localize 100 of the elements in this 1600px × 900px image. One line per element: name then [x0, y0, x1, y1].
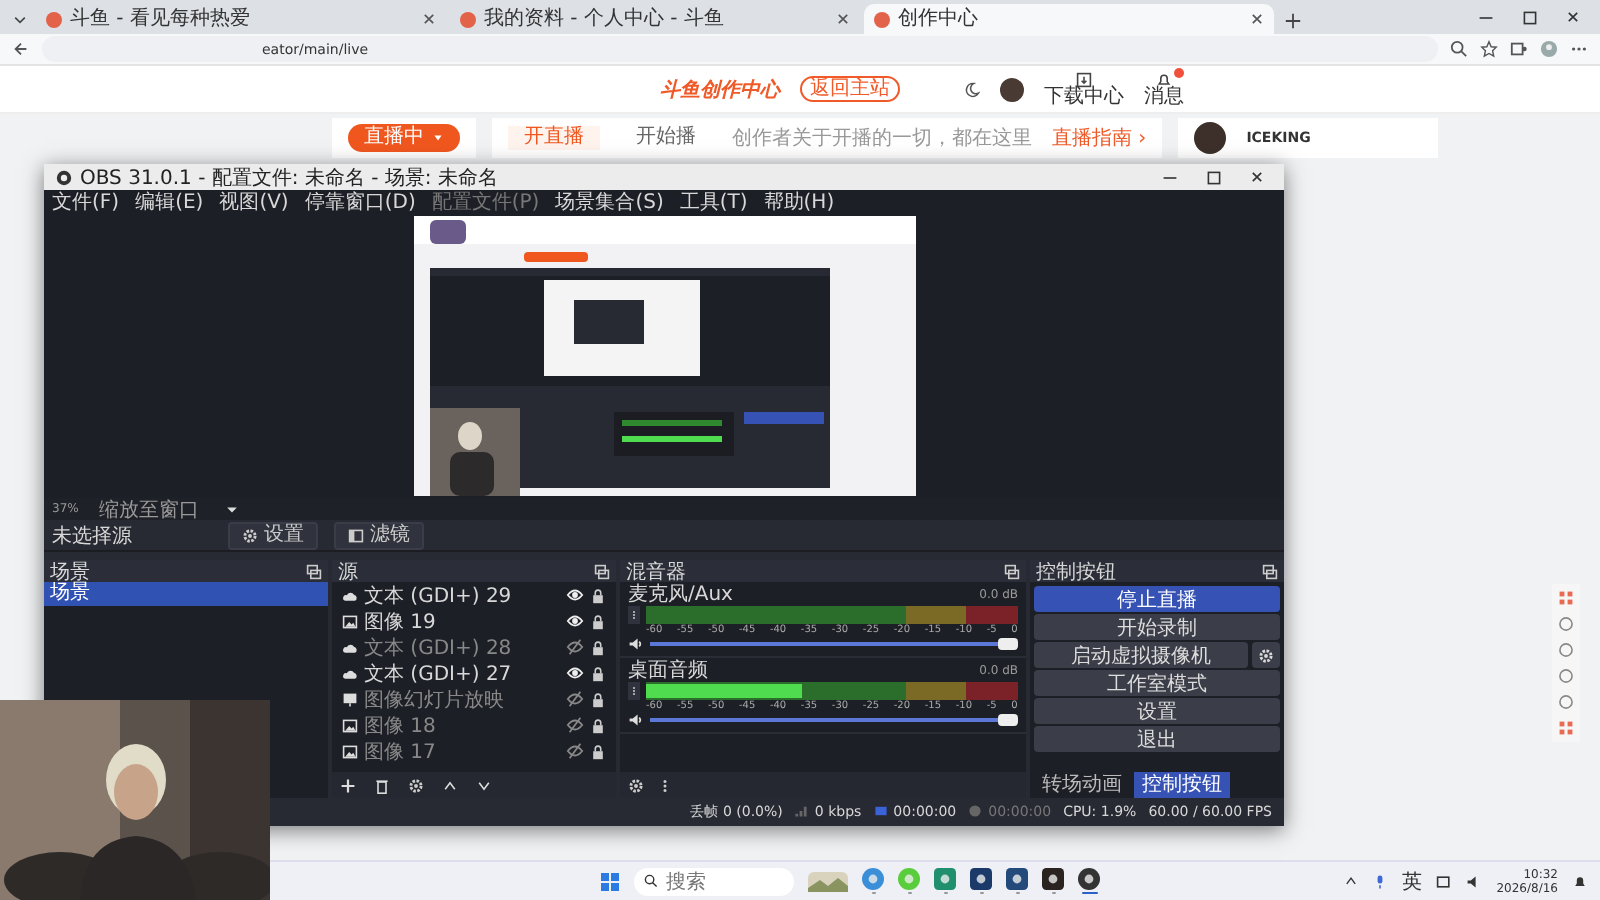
lock-icon[interactable] — [590, 587, 606, 603]
close-icon[interactable] — [422, 12, 436, 26]
eye-icon[interactable] — [566, 612, 584, 630]
hidden-eye-icon[interactable] — [566, 638, 584, 656]
landscape-icon[interactable] — [808, 871, 848, 891]
lock-icon[interactable] — [590, 613, 606, 629]
lock-icon[interactable] — [590, 691, 606, 707]
control-button[interactable]: 退出 — [1034, 726, 1280, 752]
extensions-icon[interactable] — [1510, 40, 1528, 58]
start-icon[interactable] — [600, 871, 620, 891]
source-item[interactable]: 文本 (GDI+) 28 — [364, 633, 560, 661]
browser-tab[interactable]: 创作中心 — [864, 4, 1274, 34]
eye-icon[interactable] — [566, 586, 584, 604]
stream-icon — [873, 804, 888, 818]
notification-icon[interactable] — [1572, 873, 1588, 889]
header-link[interactable]: 下载中心 — [1044, 71, 1124, 107]
close-icon[interactable] — [1250, 12, 1264, 26]
maximize-icon[interactable] — [1206, 169, 1222, 185]
close-icon[interactable] — [1250, 169, 1264, 185]
control-button[interactable]: 开始录制 — [1034, 614, 1280, 640]
menu-item[interactable]: 视图(V) — [219, 188, 289, 216]
star-icon[interactable] — [1480, 40, 1498, 58]
more-icon[interactable] — [662, 777, 668, 793]
lock-icon[interactable] — [590, 639, 606, 655]
search-field[interactable]: 搜索 — [634, 867, 794, 895]
lock-icon[interactable] — [590, 665, 606, 681]
dock-tab[interactable]: 转场动画 — [1034, 772, 1130, 798]
hidden-eye-icon[interactable] — [566, 716, 584, 734]
close-icon[interactable] — [1566, 9, 1580, 25]
add-icon[interactable] — [340, 777, 356, 793]
site-icon — [874, 11, 890, 27]
panel-title: 控制按钮 — [1036, 559, 1116, 585]
undock-icon[interactable] — [1262, 563, 1278, 579]
source-item[interactable]: 图像幻灯片放映 — [364, 685, 560, 713]
panel-title: 源 — [338, 559, 358, 585]
page-tab[interactable]: 开始播 — [620, 126, 712, 150]
grid-icon[interactable] — [1558, 720, 1574, 736]
source-item[interactable]: 图像 17 — [364, 737, 560, 765]
search-icon — [644, 874, 658, 888]
app-icon[interactable] — [1042, 867, 1064, 890]
filters-button[interactable]: 滤镜 — [334, 521, 424, 549]
image-icon — [342, 717, 358, 733]
zoom-dropdown[interactable]: 缩放至窗口 — [98, 495, 239, 523]
menu-item[interactable]: 帮助(H) — [763, 188, 835, 216]
avatar[interactable] — [1194, 122, 1227, 154]
speaker-icon[interactable] — [628, 636, 644, 652]
menu-item[interactable]: 停靠窗口(D) — [304, 188, 416, 216]
menu-item[interactable]: 编辑(E) — [135, 188, 204, 216]
image-icon — [342, 613, 358, 629]
control-button[interactable]: 启动虚拟摄像机 — [1034, 642, 1248, 668]
obs-logo-icon — [56, 169, 72, 185]
maximize-icon[interactable] — [1522, 9, 1538, 25]
zoom-icon[interactable] — [1450, 40, 1468, 58]
scene-item[interactable]: 场景 — [44, 582, 328, 606]
speaker-icon[interactable] — [628, 712, 644, 728]
hidden-eye-icon[interactable] — [566, 690, 584, 708]
site-icon — [46, 11, 62, 27]
control-button[interactable]: 设置 — [1034, 698, 1280, 724]
settings-button[interactable] — [1252, 642, 1280, 668]
source-item[interactable]: 文本 (GDI+) 29 — [364, 581, 560, 609]
back-icon[interactable] — [12, 40, 30, 58]
volume-slider[interactable] — [650, 638, 1018, 650]
control-button[interactable]: 停止直播 — [1034, 586, 1280, 612]
undock-icon[interactable] — [594, 563, 610, 579]
app-icon[interactable] — [1006, 867, 1028, 890]
browser-tab[interactable]: 我的资料 - 个人中心 - 斗鱼 — [450, 4, 860, 34]
app-icon[interactable] — [970, 867, 992, 890]
source-item[interactable]: 图像 19 — [364, 607, 560, 635]
menu-item[interactable]: 文件(F) — [52, 188, 120, 216]
lock-icon[interactable] — [590, 743, 606, 759]
trash-icon[interactable] — [374, 777, 390, 793]
menu-item[interactable]: 工具(T) — [679, 188, 748, 216]
more-icon[interactable] — [628, 682, 640, 700]
moon-icon[interactable] — [964, 81, 980, 97]
more-icon[interactable] — [628, 606, 640, 624]
network-icon[interactable] — [1436, 873, 1453, 889]
control-button[interactable]: 工作室模式 — [1034, 670, 1280, 696]
app-icon[interactable] — [1078, 867, 1100, 890]
hidden-eye-icon[interactable] — [566, 742, 584, 760]
settings-button[interactable]: 设置 — [228, 521, 318, 549]
input-method[interactable]: 英 — [1402, 867, 1423, 895]
dock-tab[interactable]: 控制按钮 — [1134, 772, 1230, 798]
gear-icon[interactable] — [628, 777, 644, 793]
qr-code-icon[interactable] — [1558, 590, 1574, 606]
chevron-icon[interactable] — [1344, 874, 1359, 888]
cloud-icon — [342, 587, 358, 603]
undock-icon[interactable] — [306, 563, 322, 579]
close-icon[interactable] — [836, 12, 850, 26]
header-link[interactable]: 消息 — [1144, 71, 1184, 107]
gear-icon[interactable] — [408, 777, 424, 793]
menu-item[interactable]: 场景集合(S) — [555, 188, 664, 216]
eye-icon[interactable] — [566, 664, 584, 682]
badge-dot — [1174, 67, 1184, 77]
undock-icon[interactable] — [1004, 563, 1020, 579]
volume-slider[interactable] — [650, 714, 1018, 726]
avatar[interactable] — [1000, 77, 1024, 101]
source-item[interactable]: 图像 18 — [364, 711, 560, 739]
browser-tab[interactable]: 斗鱼 - 看见每种热爱 — [36, 4, 446, 34]
source-item[interactable]: 文本 (GDI+) 27 — [364, 659, 560, 687]
lock-icon[interactable] — [590, 717, 606, 733]
